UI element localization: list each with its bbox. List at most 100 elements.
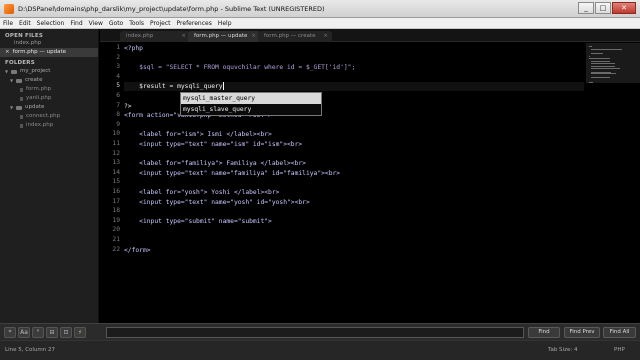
menu-help[interactable]: Help xyxy=(215,20,235,27)
syntax-mode[interactable]: PHP xyxy=(614,347,625,353)
tab-size[interactable]: Tab Size: 4 xyxy=(548,347,577,353)
minimap-line xyxy=(591,76,611,78)
file-icon xyxy=(20,87,23,92)
tree-item-label: update xyxy=(25,104,45,110)
line-number: 17 xyxy=(112,197,120,205)
folder-icon xyxy=(16,105,22,110)
code-line[interactable]: <label for="ism"> Ismi </label><br> xyxy=(124,130,272,139)
code-line[interactable]: <label for="yosh"> Yoshi </label><br> xyxy=(124,188,279,197)
menu-project[interactable]: Project xyxy=(147,20,174,27)
open-file-label: form.php — update xyxy=(12,49,67,55)
tab-form-create[interactable]: form.php — create × xyxy=(258,31,332,42)
tree-item-label: connect.php xyxy=(26,113,61,119)
code-line[interactable]: <input type="submit" name="submit"> xyxy=(124,217,272,226)
expand-arrow-icon[interactable]: ▼ xyxy=(5,67,9,76)
minimap-line xyxy=(591,52,604,54)
expand-arrow-icon[interactable]: ▼ xyxy=(10,103,14,112)
open-file-label: index.php xyxy=(14,40,42,46)
line-number: 3 xyxy=(116,63,120,71)
minimap-line xyxy=(591,63,615,64)
file-item[interactable]: yanli.php xyxy=(0,94,98,103)
maximize-button[interactable]: □ xyxy=(595,1,611,14)
find-all-button[interactable]: Find All xyxy=(603,327,636,338)
code-line[interactable]: <input type="text" name="yosh" id="yosh"… xyxy=(124,198,310,207)
tab-close-icon[interactable]: × xyxy=(181,31,186,42)
autocomplete-item[interactable]: mysqli_master_query xyxy=(181,93,321,104)
case-sensitive-toggle[interactable]: Aa xyxy=(18,327,30,338)
find-panel: * Aa " ⊟ ⊡ ⚡ Find Find Prev Find All xyxy=(0,323,640,340)
autocomplete-popup[interactable]: mysqli_master_query mysqli_slave_query xyxy=(180,92,322,116)
folder-item[interactable]: ▼ update xyxy=(0,103,98,112)
open-files-header: OPEN FILES xyxy=(5,33,44,39)
code-line[interactable]: <input type="text" name="ism" id="ism"><… xyxy=(124,140,302,149)
highlight-matches-toggle[interactable]: ⚡ xyxy=(74,327,86,338)
code-line-text: <input type="text" name="familiya" id="f… xyxy=(124,169,341,177)
tab-form-update[interactable]: form.php — update × xyxy=(188,31,260,42)
file-item[interactable]: connect.php xyxy=(0,112,98,121)
file-icon xyxy=(20,123,23,128)
minimap-line xyxy=(589,57,611,59)
code-line[interactable]: ?> xyxy=(124,102,132,111)
minimap[interactable] xyxy=(586,43,640,323)
file-icon xyxy=(20,114,23,119)
tree-item-label: create xyxy=(25,77,43,83)
tab-close-icon[interactable]: × xyxy=(251,31,256,42)
tab-close-icon[interactable]: × xyxy=(323,31,328,42)
file-item[interactable]: index.php xyxy=(0,121,98,130)
line-number: 15 xyxy=(112,178,120,186)
text-cursor xyxy=(222,82,224,91)
code-editor[interactable]: 1 2 3 4 5 6 7 8 9 10 11 12 13 14 15 16 17 18 19 20 21 22 <?ph… xyxy=(100,43,586,323)
menu-goto[interactable]: Goto xyxy=(106,20,126,27)
whole-word-toggle[interactable]: " xyxy=(32,327,44,338)
line-number: 2 xyxy=(116,53,120,61)
code-line[interactable]: </form> xyxy=(124,246,151,255)
code-line-text: <input type="text" name="yosh" id="yosh"… xyxy=(124,198,310,206)
line-number: 10 xyxy=(112,130,120,138)
close-icon[interactable]: × xyxy=(5,49,10,55)
folder-item[interactable]: ▼ create xyxy=(0,76,98,85)
menu-tools[interactable]: Tools xyxy=(126,20,147,27)
menu-file[interactable]: File xyxy=(0,20,16,27)
code-line[interactable]: <?php xyxy=(124,44,143,53)
open-file-form-update[interactable]: × form.php — update xyxy=(0,48,98,57)
tab-bar: index.php × form.php — update × form.php… xyxy=(100,29,640,42)
file-item[interactable]: form.php xyxy=(0,85,98,94)
folder-item[interactable]: ▼ my_project xyxy=(0,67,98,76)
code-line[interactable]: $result = mysqli_query xyxy=(124,82,584,92)
code-area[interactable]: <?php $sql = "SELECT * FROM oquvchilar w… xyxy=(124,43,584,323)
tab-index[interactable]: index.php × xyxy=(120,31,190,42)
menu-selection[interactable]: Selection xyxy=(34,20,68,27)
minimap-line xyxy=(591,73,616,75)
code-line-text: <input type="text" name="ism" id="ism"><… xyxy=(124,141,303,148)
wrap-toggle[interactable]: ⊟ xyxy=(46,327,58,338)
close-button[interactable]: ✕ xyxy=(612,1,636,14)
code-line[interactable]: <input type="text" name="familiya" id="f… xyxy=(124,169,340,178)
line-number-gutter: 1 2 3 4 5 6 7 8 9 10 11 12 13 14 15 16 17 18 19 20 21 22 xyxy=(100,43,124,323)
find-button[interactable]: Find xyxy=(528,327,560,338)
code-line-text: <label for="ism"> Ismi </label><br> xyxy=(124,131,272,139)
line-number: 19 xyxy=(112,216,120,224)
in-selection-toggle[interactable]: ⊡ xyxy=(60,327,72,338)
code-line[interactable]: $sql = "SELECT * FROM oquvchilar where i… xyxy=(124,63,355,72)
menu-preferences[interactable]: Preferences xyxy=(174,20,215,27)
expand-arrow-icon[interactable]: ▼ xyxy=(10,76,14,85)
code-line[interactable]: <label for="familiya"> Familiya </label>… xyxy=(124,159,306,168)
menu-edit[interactable]: Edit xyxy=(16,20,34,27)
folder-tree: ▼ my_project ▼ create form.php yanli.php ▼ upda… xyxy=(0,67,98,130)
open-file-index[interactable]: index.php xyxy=(0,39,98,48)
menu-view[interactable]: View xyxy=(86,20,106,27)
menu-find[interactable]: Find xyxy=(67,20,85,27)
code-line-text: <label for="yosh"> Yoshi </label><br> xyxy=(124,189,280,196)
autocomplete-item[interactable]: mysqli_slave_query xyxy=(181,104,321,115)
title-bar: D:\DSPanel\domains\php_darslik\my_projec… xyxy=(0,0,640,18)
tree-item-label: index.php xyxy=(26,122,54,128)
code-line-text: $result = mysqli_query xyxy=(124,83,223,91)
find-prev-button[interactable]: Find Prev xyxy=(564,327,600,338)
regex-toggle[interactable]: * xyxy=(4,327,16,338)
minimize-button[interactable]: _ xyxy=(578,1,594,14)
sidebar: OPEN FILES index.php × form.php — update … xyxy=(0,29,99,323)
find-input[interactable] xyxy=(106,327,524,338)
code-line-text: $sql = "SELECT * FROM oquvchilar where i… xyxy=(124,64,356,72)
line-number: 6 xyxy=(116,92,120,99)
tree-item-label: form.php xyxy=(26,86,52,92)
